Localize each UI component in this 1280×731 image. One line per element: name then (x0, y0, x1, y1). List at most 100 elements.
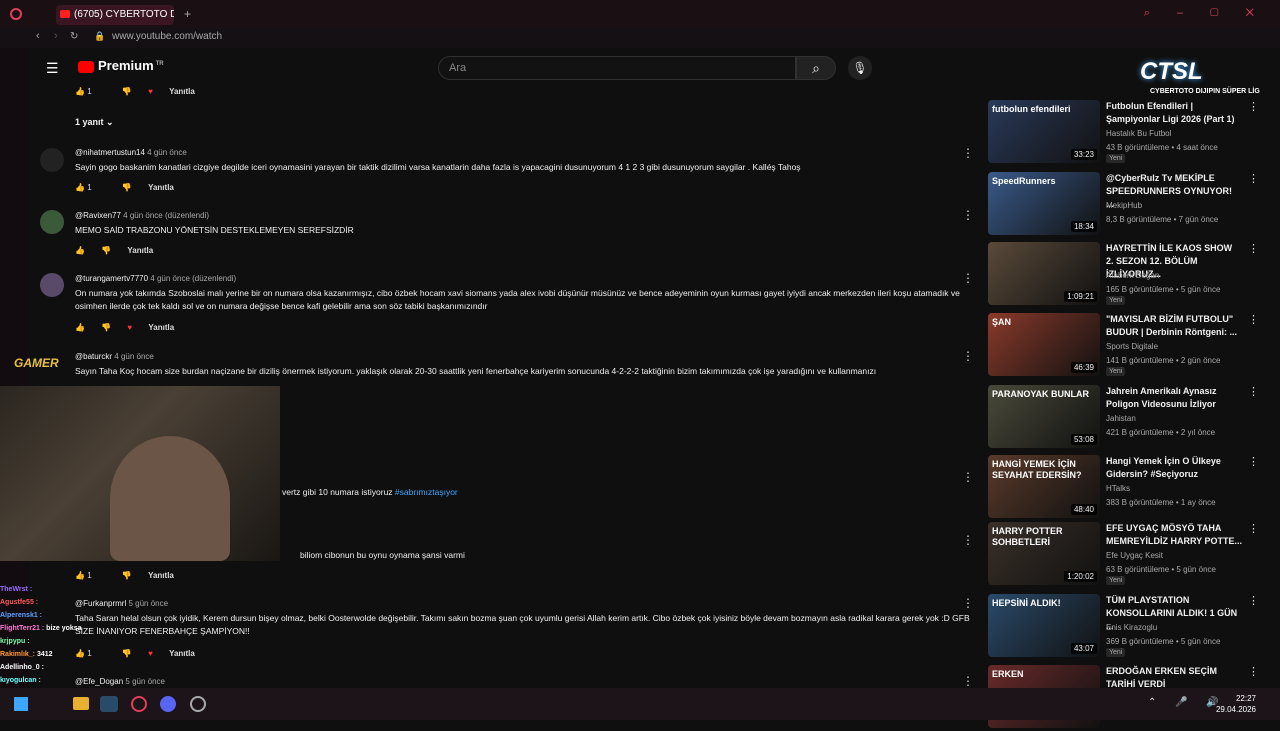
comment-author[interactable]: @baturckr (75, 352, 112, 361)
reply-button[interactable]: Yanıtla (169, 87, 195, 96)
channel-name[interactable]: MekipHub (1106, 201, 1142, 210)
recommendation-item[interactable]: ŞAN 46:39 "MAYISLAR BİZİM FUTBOLU" BUDUR… (988, 313, 1259, 379)
recommendation-item[interactable]: PARANOYAK BUNLAR 53:08 Jahrein Amerikalı… (988, 385, 1259, 451)
channel-name[interactable]: Ataberk Doğan (1106, 271, 1159, 280)
back-icon[interactable]: ‹ (36, 30, 40, 42)
video-thumbnail[interactable]: HANGİ YEMEK İÇİN SEYAHAT EDERSİN? 48:40 (988, 455, 1100, 518)
like-icon[interactable]: 👍 (75, 323, 85, 332)
channel-name[interactable]: Hastalık Bu Futbol (1106, 129, 1171, 138)
comment-time[interactable]: 4 gün önce (114, 352, 154, 361)
reply-button[interactable]: Yanıtla (169, 649, 195, 658)
comment-time[interactable]: 4 gün önce (düzenlendi) (123, 211, 209, 220)
video-thumbnail[interactable]: HEPSİNİ ALDIK! 43:07 (988, 594, 1100, 657)
search-input[interactable]: Ara (438, 56, 796, 80)
reply-button[interactable]: Yanıtla (127, 246, 153, 255)
comment-time[interactable]: 4 gün önce (147, 148, 187, 157)
like-icon[interactable]: 👍 1 (75, 571, 106, 580)
search-icon[interactable]: ⌕ (796, 56, 836, 80)
video-title[interactable]: Hangi Yemek İçin O Ülkeye Gidersin? #Seç… (1106, 455, 1242, 481)
video-thumbnail[interactable]: SpeedRunners 18:34 (988, 172, 1100, 235)
recommendation-item[interactable]: HEPSİNİ ALDIK! 43:07 TÜM PLAYSTATION KON… (988, 594, 1259, 660)
dislike-icon[interactable]: 👎 (122, 183, 132, 192)
video-title[interactable]: EFE UYGAÇ MÖSYÖ TAHA MEMREYİLDİZ HARRY P… (1106, 522, 1242, 548)
channel-name[interactable]: Sports Digitale (1106, 342, 1158, 351)
discord-icon[interactable] (160, 696, 176, 712)
comment: @nihatmertustun14 4 gün önce Sayin gogo … (75, 148, 975, 174)
recommendation-item[interactable]: HARRY POTTER SOHBETLERİ 1:20:02 EFE UYGA… (988, 522, 1259, 588)
comment-author[interactable]: @nihatmertustun14 (75, 148, 145, 157)
like-icon[interactable]: 👍 1 (75, 183, 106, 192)
more-icon[interactable]: ⋮ (1248, 594, 1259, 607)
dislike-icon[interactable]: 👎 (101, 246, 111, 255)
more-icon[interactable]: ⋮ (1248, 665, 1259, 678)
more-icon[interactable]: ⋮ (962, 146, 974, 160)
video-title[interactable]: "MAYISLAR BİZİM FUTBOLU" BUDUR | Derbini… (1106, 313, 1242, 339)
comment-time[interactable]: 4 gün önce (düzenlendi) (150, 274, 236, 283)
more-icon[interactable]: ⋮ (962, 674, 974, 688)
more-icon[interactable]: ⋮ (962, 533, 974, 547)
recommendation-item[interactable]: HANGİ YEMEK İÇİN SEYAHAT EDERSİN? 48:40 … (988, 455, 1259, 521)
new-tab-button[interactable]: + (184, 7, 191, 21)
hashtag-link[interactable]: #sabrımıztaşıyor (395, 487, 458, 497)
avatar[interactable] (40, 148, 64, 172)
steam-icon[interactable] (100, 696, 118, 712)
reply-button[interactable]: Yanıtla (148, 183, 174, 192)
url-text[interactable]: www.youtube.com/watch (112, 31, 222, 42)
thumbnail-text: HEPSİNİ ALDIK! (992, 598, 1061, 608)
channel-name[interactable]: Jahistan (1106, 414, 1136, 423)
video-thumbnail[interactable]: 1:09:21 (988, 242, 1100, 305)
folder-icon[interactable] (73, 697, 89, 710)
video-title[interactable]: Futbolun Efendileri | Şampiyonlar Ligi 2… (1106, 100, 1242, 126)
youtube-logo[interactable]: Premium TR (78, 58, 164, 73)
video-thumbnail[interactable]: HARRY POTTER SOHBETLERİ 1:20:02 (988, 522, 1100, 585)
more-icon[interactable]: ⋮ (962, 271, 974, 285)
dislike-icon[interactable]: 👎 (101, 323, 111, 332)
recommendation-item[interactable]: SpeedRunners 18:34 @CyberRulz Tv MEKİPLE… (988, 172, 1259, 238)
dislike-icon[interactable]: 👎 (122, 571, 132, 580)
app-icon[interactable] (190, 696, 206, 712)
more-icon[interactable]: ⋮ (1248, 455, 1259, 468)
windows-start-icon[interactable] (14, 697, 28, 711)
opera-icon[interactable] (10, 8, 22, 20)
channel-name[interactable]: Efe Uygaç Kesit (1106, 551, 1163, 560)
dislike-icon[interactable]: 👎 (122, 649, 132, 658)
channel-name[interactable]: Enis Kirazoglu (1106, 623, 1157, 632)
reload-icon[interactable]: ↻ (70, 31, 78, 42)
like-icon[interactable]: 👍 (75, 246, 85, 255)
browser-tab[interactable]: (6705) CYBERTOTO DIJIPI (56, 5, 174, 25)
more-icon[interactable]: ⋮ (962, 596, 974, 610)
reply-button[interactable]: Yanıtla (148, 571, 174, 580)
more-icon[interactable]: ⋮ (962, 470, 974, 484)
channel-name[interactable]: HTalks (1106, 484, 1130, 493)
menu-icon[interactable]: ☰ (46, 60, 59, 77)
chat-overlay: TheWrst : Agustfe55 : Alperensk1 : Fligh… (0, 583, 90, 684)
video-thumbnail[interactable]: ŞAN 46:39 (988, 313, 1100, 376)
video-thumbnail[interactable]: PARANOYAK BUNLAR 53:08 (988, 385, 1100, 448)
comment-time[interactable]: 5 gün önce (128, 599, 168, 608)
more-icon[interactable]: ⋮ (1248, 313, 1259, 326)
more-icon[interactable]: ⋮ (1248, 385, 1259, 398)
clock[interactable]: 22:27 29.04.2026 (1216, 693, 1256, 715)
mic-icon[interactable]: 🎙 (848, 56, 872, 80)
comment-time[interactable]: 5 gün önce (125, 677, 165, 686)
avatar[interactable] (40, 273, 64, 297)
video-title[interactable]: Jahrein Amerikalı Aynasız Poligon Videos… (1106, 385, 1242, 411)
video-thumbnail[interactable]: futbolun efendileri 33:23 (988, 100, 1100, 163)
more-icon[interactable]: ⋮ (962, 349, 974, 363)
opera-taskbar-icon[interactable] (131, 696, 147, 712)
comment-author[interactable]: @turangamertv7770 (75, 274, 148, 283)
more-icon[interactable]: ⋮ (1248, 100, 1259, 113)
more-icon[interactable]: ⋮ (1248, 522, 1259, 535)
avatar[interactable] (40, 210, 64, 234)
recommendation-item[interactable]: futbolun efendileri 33:23 Futbolun Efend… (988, 100, 1259, 166)
like-icon[interactable]: 👍 1 (75, 87, 106, 96)
recommendation-item[interactable]: 1:09:21 HAYRETTİN İLE KAOS SHOW 2. SEZON… (988, 242, 1259, 308)
more-icon[interactable]: ⋮ (1248, 242, 1259, 255)
reply-button[interactable]: Yanıtla (148, 323, 174, 332)
replies-toggle[interactable]: 1 yanıt ⌄ (75, 117, 114, 128)
forward-icon[interactable]: › (54, 30, 58, 42)
more-icon[interactable]: ⋮ (962, 208, 974, 222)
more-icon[interactable]: ⋮ (1248, 172, 1259, 185)
dislike-icon[interactable]: 👎 (122, 87, 132, 96)
comment-author[interactable]: @Ravixen77 (75, 211, 121, 220)
